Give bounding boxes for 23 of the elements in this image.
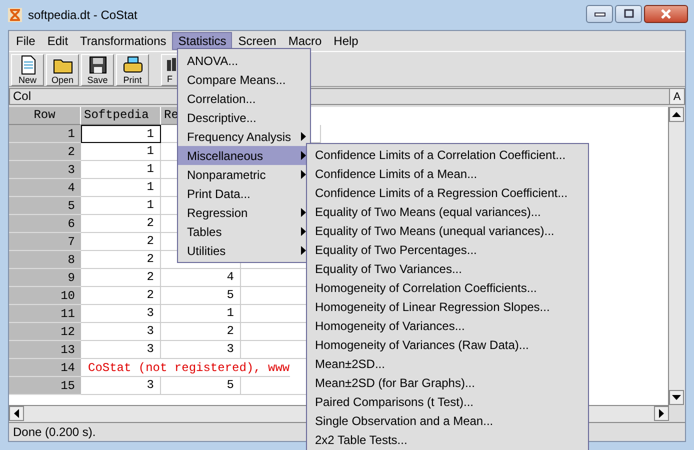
table-cell: 1 <box>81 125 161 143</box>
table-cell: 1 <box>81 197 161 215</box>
table-cell: 1 <box>161 305 241 323</box>
table-cell: 1 <box>81 161 161 179</box>
table-cell: 3 <box>81 377 161 395</box>
table-cell: 2 <box>81 251 161 269</box>
table-cell: 3 <box>81 305 161 323</box>
table-cell: 2 <box>81 269 161 287</box>
table-cell: 2 <box>81 233 161 251</box>
window-title: softpedia.dt - CoStat <box>28 8 138 22</box>
table-cell: 3 <box>81 341 161 359</box>
table-cell: 3 <box>81 323 161 341</box>
table-cell: 2 <box>81 287 161 305</box>
table-cell: 3 <box>161 341 241 359</box>
status-text: Done (0.200 s). <box>13 425 96 439</box>
table-cell: 2 <box>161 323 241 341</box>
table-cell: 5 <box>161 377 241 395</box>
table-cell: 2 <box>81 215 161 233</box>
table-cell: 1 <box>81 143 161 161</box>
table-cell: 1 <box>81 179 161 197</box>
table-cell: 4 <box>161 269 241 287</box>
registration-notice: CoStat (not registered), www <box>81 359 290 377</box>
table-cell: 5 <box>161 287 241 305</box>
